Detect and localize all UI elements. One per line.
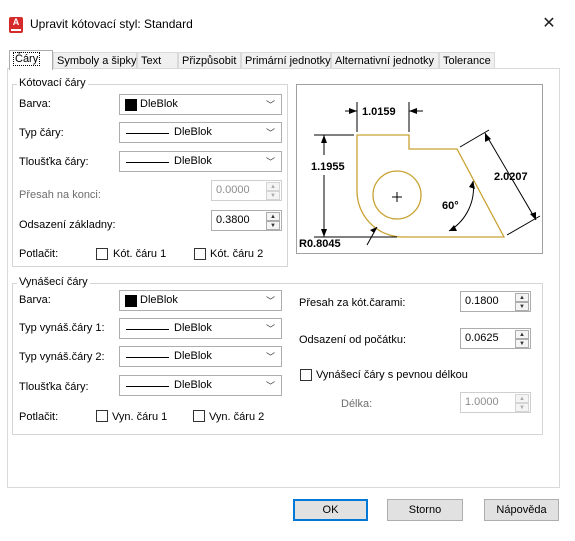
- length-value: 1.0000: [465, 396, 499, 408]
- dim-linetype-value: DleBlok: [174, 126, 212, 138]
- tab-label: Přizpůsobit: [182, 55, 237, 67]
- dim-lineweight-select[interactable]: DleBlok ﹀: [119, 151, 282, 172]
- app-icon-letter: A: [12, 17, 20, 27]
- spin-up-icon[interactable]: ▲: [266, 212, 280, 221]
- ext-offset-label: Odsazení od počátku:: [299, 334, 407, 346]
- dim-extend-value: 0.0000: [216, 184, 250, 196]
- linetype-sample: [126, 357, 169, 358]
- app-icon: A: [9, 17, 23, 33]
- dim-linetype-label: Typ čáry:: [19, 127, 64, 139]
- fixed-length-label: Vynášecí čáry s pevnou délkou: [316, 369, 468, 381]
- close-icon[interactable]: ✕: [536, 12, 562, 36]
- ext-suppress-2-checkbox[interactable]: [193, 410, 205, 422]
- chevron-down-icon: ﹀: [265, 296, 275, 306]
- spin-up-icon[interactable]: ▲: [515, 330, 529, 339]
- spin-up-icon[interactable]: ▲: [515, 394, 529, 403]
- spin-down-icon[interactable]: ▼: [266, 221, 280, 230]
- ext-color-value: DleBlok: [140, 294, 178, 306]
- dim-lineweight-label: Tloušťka čáry:: [19, 156, 89, 168]
- spin-down-icon[interactable]: ▼: [266, 191, 280, 200]
- spin-up-icon[interactable]: ▲: [515, 293, 529, 302]
- dim-suppress-2-label: Kót. čáru 2: [210, 248, 264, 260]
- length-input[interactable]: 1.0000 ▲ ▼: [460, 392, 531, 413]
- spin-down-icon[interactable]: ▼: [515, 403, 529, 412]
- length-label: Délka:: [341, 398, 373, 410]
- ext-suppress-1-checkbox[interactable]: [96, 410, 108, 422]
- ext-lines-group-title: Vynášecí čáry: [17, 276, 90, 288]
- dim-baseline-value: 0.3800: [216, 214, 250, 226]
- title-bar: A Upravit kótovací styl: Standard ✕: [0, 0, 575, 48]
- chevron-down-icon: ﹀: [265, 352, 275, 362]
- preview-drawing: 1.0159 1.1955 2.0207 60° R0.8045: [299, 102, 541, 250]
- dim-suppress-label: Potlačit:: [19, 248, 59, 260]
- ext-lineweight-label: Tloušťka čáry:: [19, 381, 89, 393]
- tab-label: Text: [141, 55, 162, 67]
- tab-lines[interactable]: Čáry: [9, 50, 53, 70]
- ext-lineweight-value: DleBlok: [174, 379, 212, 391]
- tab-label: Primární jednotky: [245, 55, 331, 67]
- dim-color-value: DleBlok: [140, 98, 178, 110]
- dim-suppress-1-checkbox[interactable]: [96, 248, 108, 260]
- chevron-down-icon: ﹀: [265, 100, 275, 110]
- tab-label: Tolerance: [443, 55, 491, 67]
- cancel-button[interactable]: Storno: [387, 499, 463, 521]
- dim-baseline-label: Odsazení základny:: [19, 219, 116, 231]
- linetype-sample: [126, 133, 169, 134]
- lineweight-sample: [126, 162, 169, 163]
- ext-linetype1-value: DleBlok: [174, 322, 212, 334]
- dim-suppress-2-checkbox[interactable]: [194, 248, 206, 260]
- chevron-down-icon: ﹀: [265, 128, 275, 138]
- ext-linetype1-select[interactable]: DleBlok ﹀: [119, 318, 282, 339]
- chevron-down-icon: ﹀: [265, 324, 275, 334]
- ext-suppress-label: Potlačit:: [19, 411, 59, 423]
- dim-text-angle: 60°: [442, 200, 459, 212]
- dim-extend-input[interactable]: 0.0000 ▲ ▼: [211, 180, 282, 201]
- color-swatch: [125, 295, 137, 307]
- ext-color-label: Barva:: [19, 294, 51, 306]
- dim-lines-group-title: Kótovací čáry: [17, 77, 88, 89]
- ext-linetype2-value: DleBlok: [174, 350, 212, 362]
- tab-label: Čáry: [13, 52, 41, 66]
- dim-text-radius: R0.8045: [299, 238, 341, 250]
- fixed-length-checkbox[interactable]: [300, 369, 312, 381]
- preview-panel: 1.0159 1.1955 2.0207 60° R0.8045: [296, 84, 543, 254]
- part-outline: [356, 134, 506, 238]
- linetype-sample: [126, 329, 169, 330]
- dim-color-select[interactable]: DleBlok ﹀: [119, 94, 282, 115]
- ext-suppress-2-label: Vyn. čáru 2: [209, 411, 265, 423]
- chevron-down-icon: ﹀: [265, 381, 275, 391]
- dim-color-label: Barva:: [19, 98, 51, 110]
- spin-up-icon[interactable]: ▲: [266, 182, 280, 191]
- spin-down-icon[interactable]: ▼: [515, 302, 529, 311]
- dim-text-top: 1.0159: [362, 106, 396, 118]
- ext-beyond-value: 0.1800: [465, 295, 499, 307]
- color-swatch: [125, 99, 137, 111]
- dim-linetype-select[interactable]: DleBlok ﹀: [119, 122, 282, 143]
- lineweight-sample: [126, 386, 169, 387]
- ext-offset-value: 0.0625: [465, 332, 499, 344]
- ext-beyond-input[interactable]: 0.1800 ▲ ▼: [460, 291, 531, 312]
- ext-color-select[interactable]: DleBlok ﹀: [119, 290, 282, 311]
- chevron-down-icon: ﹀: [265, 157, 275, 167]
- spin-down-icon[interactable]: ▼: [515, 339, 529, 348]
- dim-lineweight-value: DleBlok: [174, 155, 212, 167]
- tab-label: Alternativní jednotky: [335, 55, 435, 67]
- ext-linetype2-select[interactable]: DleBlok ﹀: [119, 346, 282, 367]
- ok-button[interactable]: OK: [293, 499, 368, 521]
- help-button[interactable]: Nápověda: [484, 499, 559, 521]
- dim-baseline-input[interactable]: 0.3800 ▲ ▼: [211, 210, 282, 231]
- dim-text-right: 2.0207: [494, 171, 528, 183]
- ext-linetype1-label: Typ vynáš.čáry 1:: [19, 322, 105, 334]
- dim-suppress-1-label: Kót. čáru 1: [113, 248, 167, 260]
- dim-text-left: 1.1955: [311, 161, 345, 173]
- ext-offset-input[interactable]: 0.0625 ▲ ▼: [460, 328, 531, 349]
- ext-beyond-label: Přesah za kót.čarami:: [299, 297, 406, 309]
- window-title: Upravit kótovací styl: Standard: [30, 17, 193, 31]
- tab-label: Symboly a šipky: [57, 55, 137, 67]
- ext-lineweight-select[interactable]: DleBlok ﹀: [119, 375, 282, 396]
- dim-extend-label: Přesah na konci:: [19, 189, 101, 201]
- ext-suppress-1-label: Vyn. čáru 1: [112, 411, 168, 423]
- ext-linetype2-label: Typ vynáš.čáry 2:: [19, 351, 105, 363]
